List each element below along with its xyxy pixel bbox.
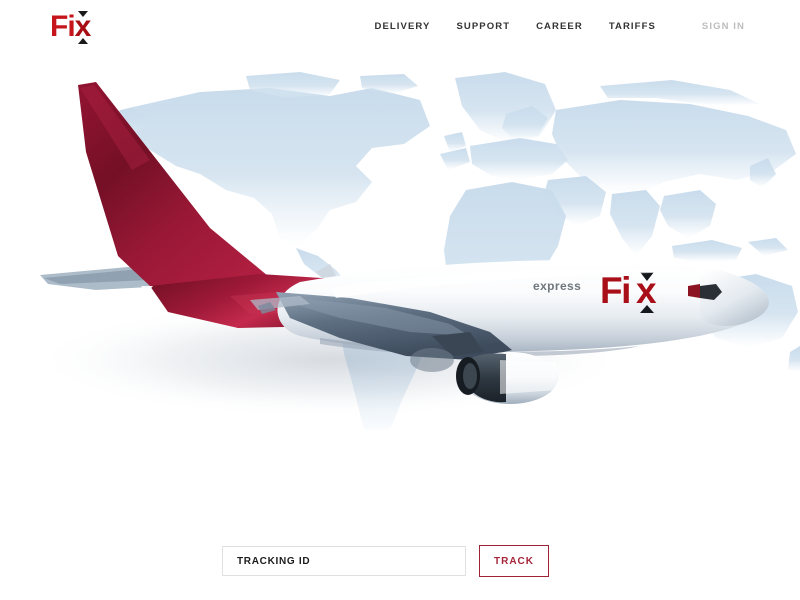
tail-brand-logo: Fi x (108, 282, 156, 322)
nav-item-career[interactable]: CAREER (536, 21, 583, 32)
track-button[interactable]: TRACK (479, 545, 549, 577)
landing-page: Fi x DELIVERY SUPPORT CAREER TARIFFS SIG… (0, 0, 800, 600)
brand-logo-prefix: Fi (50, 10, 76, 43)
svg-text:express: express (533, 279, 581, 293)
hero-section: Fi x express Fi x (0, 60, 800, 530)
tracking-form: TRACK (0, 540, 800, 584)
tracking-id-input[interactable] (222, 546, 466, 576)
svg-text:Fi: Fi (108, 282, 135, 319)
main-navigation: DELIVERY SUPPORT CAREER TARIFFS SIGN IN (375, 21, 800, 32)
nav-item-tariffs[interactable]: TARIFFS (609, 21, 656, 32)
site-header: Fi x DELIVERY SUPPORT CAREER TARIFFS SIG… (0, 0, 800, 60)
brand-logo-x-wrap: x (75, 11, 91, 44)
cargo-airplane-illustration: Fi x express Fi x (30, 82, 769, 418)
brand-logo[interactable]: Fi x (50, 10, 91, 44)
nav-item-support[interactable]: SUPPORT (456, 21, 510, 32)
triangle-up-icon (77, 38, 88, 44)
triangle-down-icon (77, 11, 88, 17)
nav-item-delivery[interactable]: DELIVERY (375, 21, 431, 32)
sign-in-link[interactable]: SIGN IN (702, 21, 745, 32)
svg-text:Fi: Fi (600, 270, 630, 311)
